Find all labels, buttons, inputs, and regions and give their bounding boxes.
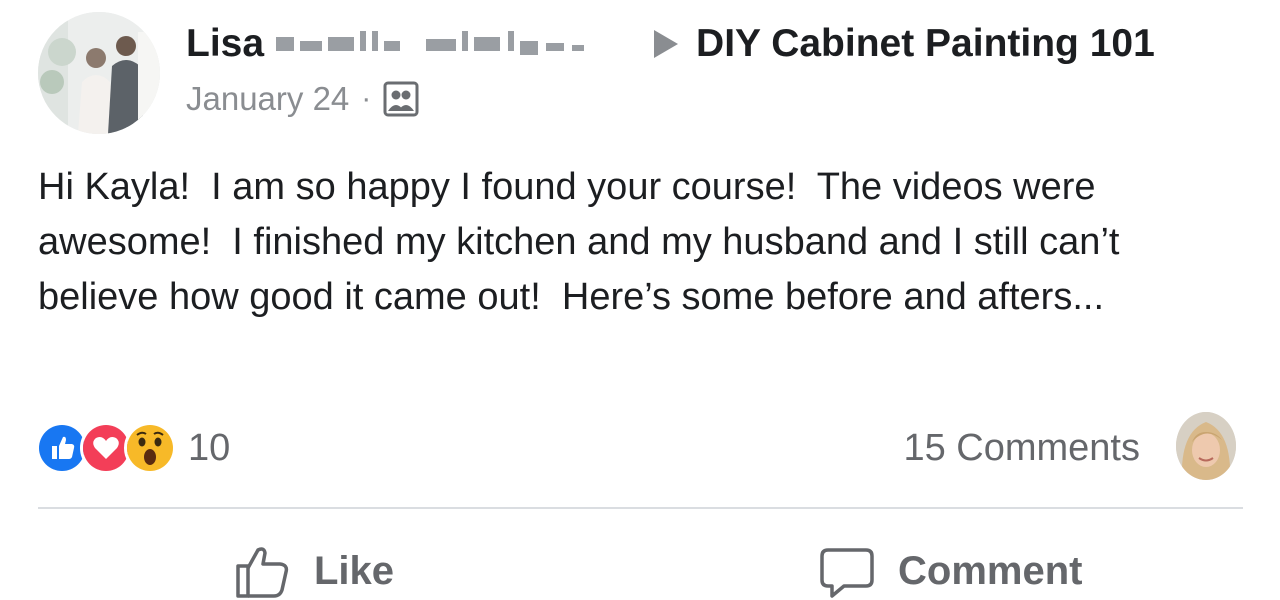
reaction-count: 10 [188, 426, 231, 469]
post-date[interactable]: January 24 [186, 80, 349, 118]
action-divider [38, 507, 1243, 509]
author-avatar[interactable] [38, 12, 160, 134]
facebook-post: Lisa DIY Cabinet Painting 101 January 24… [0, 0, 1280, 600]
group-members-icon[interactable] [383, 81, 419, 117]
comment-bubble-icon [818, 542, 876, 600]
author-name[interactable]: Lisa [186, 22, 264, 66]
arrow-right-icon [654, 30, 679, 58]
comment-button[interactable]: Comment [818, 540, 1082, 600]
comment-button-label: Comment [898, 548, 1083, 593]
commenter-avatar[interactable] [1176, 412, 1236, 480]
post-header: Lisa DIY Cabinet Painting 101 [186, 18, 1155, 70]
like-button[interactable]: Like [234, 540, 394, 600]
post-meta: January 24 · [186, 76, 419, 122]
comments-count-link[interactable]: 15 Comments [903, 424, 1140, 472]
post-body-text: Hi Kayla! I am so happy I found your cou… [38, 166, 1131, 318]
reactions-summary[interactable]: 10 [36, 420, 230, 476]
like-button-label: Like [314, 548, 395, 593]
thumbs-up-icon [234, 542, 292, 600]
group-name-link[interactable]: DIY Cabinet Painting 101 [696, 22, 1155, 66]
meta-separator: · [361, 82, 372, 115]
wow-reaction-icon [124, 422, 176, 474]
redacted-surname [276, 27, 638, 61]
